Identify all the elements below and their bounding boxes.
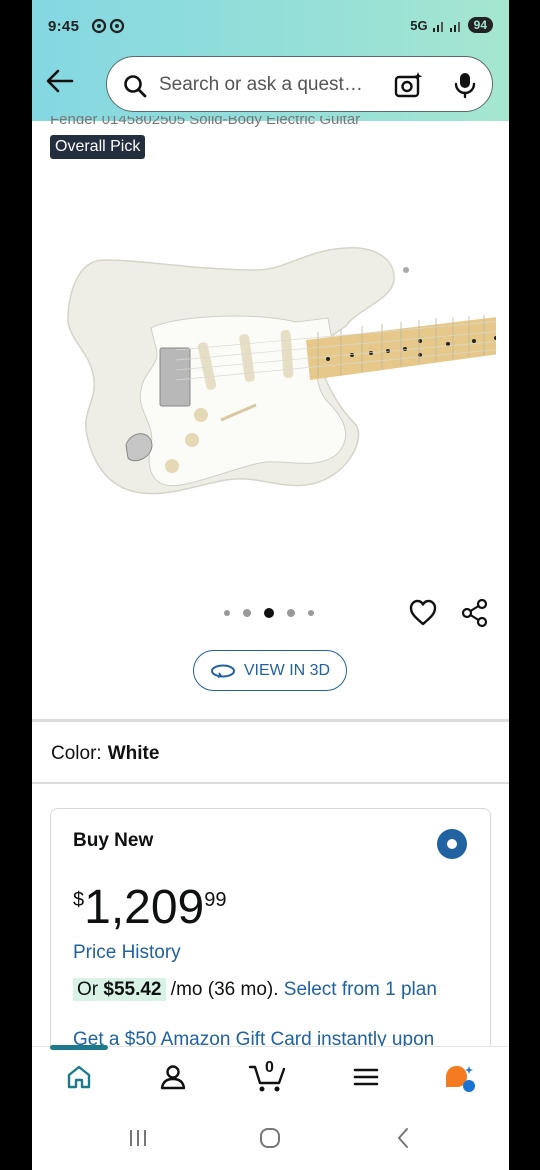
rotate-3d-icon [210,664,235,678]
account-icon[interactable] [159,1063,187,1091]
share-icon [461,598,488,628]
menu-icon[interactable] [352,1063,380,1091]
network-label: 5G [410,17,428,33]
share-button[interactable] [460,598,490,633]
view-in-3d-button[interactable]: VIEW IN 3D [193,650,347,691]
battery-badge: 94 [467,17,493,33]
carousel-dot[interactable] [224,610,230,616]
camera-search-icon[interactable] [394,71,424,99]
cart-count: 0 [265,1059,274,1076]
monthly-suffix: /mo (36 mo). [165,979,284,1000]
buy-new-title: Buy New [73,830,154,851]
top-bar: 9:45 5G 94 Search or ask a quest… [32,0,509,121]
home-circle-icon[interactable] [258,1126,282,1150]
carousel-indicator[interactable] [224,608,314,618]
status-right: 5G 94 [410,17,493,33]
signal-icon [432,22,460,32]
breadcrumb[interactable]: Fender 0145802505 Solid-Body Electric Gu… [50,116,360,128]
carousel-dot[interactable] [243,609,251,617]
system-back-icon[interactable] [392,1126,416,1150]
monthly-highlight: Or $55.42 [73,978,166,1001]
monthly-payment-row: Or $55.42 /mo (36 mo). Select from 1 pla… [73,978,437,1001]
color-selection[interactable]: Color: White [51,743,159,765]
buy-new-radio[interactable] [437,829,467,859]
carousel-dot[interactable] [308,610,314,616]
guitar-image [67,247,509,495]
home-icon[interactable] [65,1063,93,1091]
back-arrow-icon [46,69,74,93]
overall-pick-badge: Overall Pick [50,135,146,159]
price-history-link[interactable]: Price History [73,942,181,964]
price-currency: $ [73,889,85,911]
notification-icon [91,18,125,34]
color-value: White [107,743,160,764]
app-screen: 9:45 5G 94 Search or ask a quest… Fender… [32,0,509,1170]
wishlist-button[interactable] [408,598,438,633]
system-nav-bar [32,1106,509,1170]
carousel-dot-active[interactable] [264,608,274,618]
price: $ 1,209 99 [73,879,227,937]
status-bar: 9:45 5G 94 [32,0,509,52]
nav-active-indicator [50,1045,108,1050]
view-in-3d-label: VIEW IN 3D [243,661,331,679]
search-input[interactable]: Search or ask a quest… [159,74,381,96]
back-button[interactable] [44,65,76,97]
price-whole: 1,209 [84,881,205,934]
notification-icons [91,18,128,37]
status-time: 9:45 [48,18,80,35]
search-bar[interactable]: Search or ask a quest… [106,56,493,112]
search-icon [124,75,147,98]
carousel-dot[interactable] [287,609,295,617]
monthly-prefix: Or [77,979,104,1000]
recent-apps-icon[interactable] [126,1126,150,1150]
rufus-icon[interactable] [442,1063,478,1093]
section-divider [32,719,509,722]
select-plan-link[interactable]: Select from 1 plan [284,979,437,1000]
heart-icon [409,599,437,626]
color-label: Color: [51,743,102,764]
cart-button[interactable]: 0 [248,1059,288,1093]
monthly-amount: $55.42 [103,979,162,1000]
product-image[interactable] [56,230,509,505]
microphone-icon[interactable] [453,71,477,99]
bottom-nav: 0 [32,1045,509,1106]
price-fraction: 99 [204,889,227,911]
section-divider [32,782,509,784]
